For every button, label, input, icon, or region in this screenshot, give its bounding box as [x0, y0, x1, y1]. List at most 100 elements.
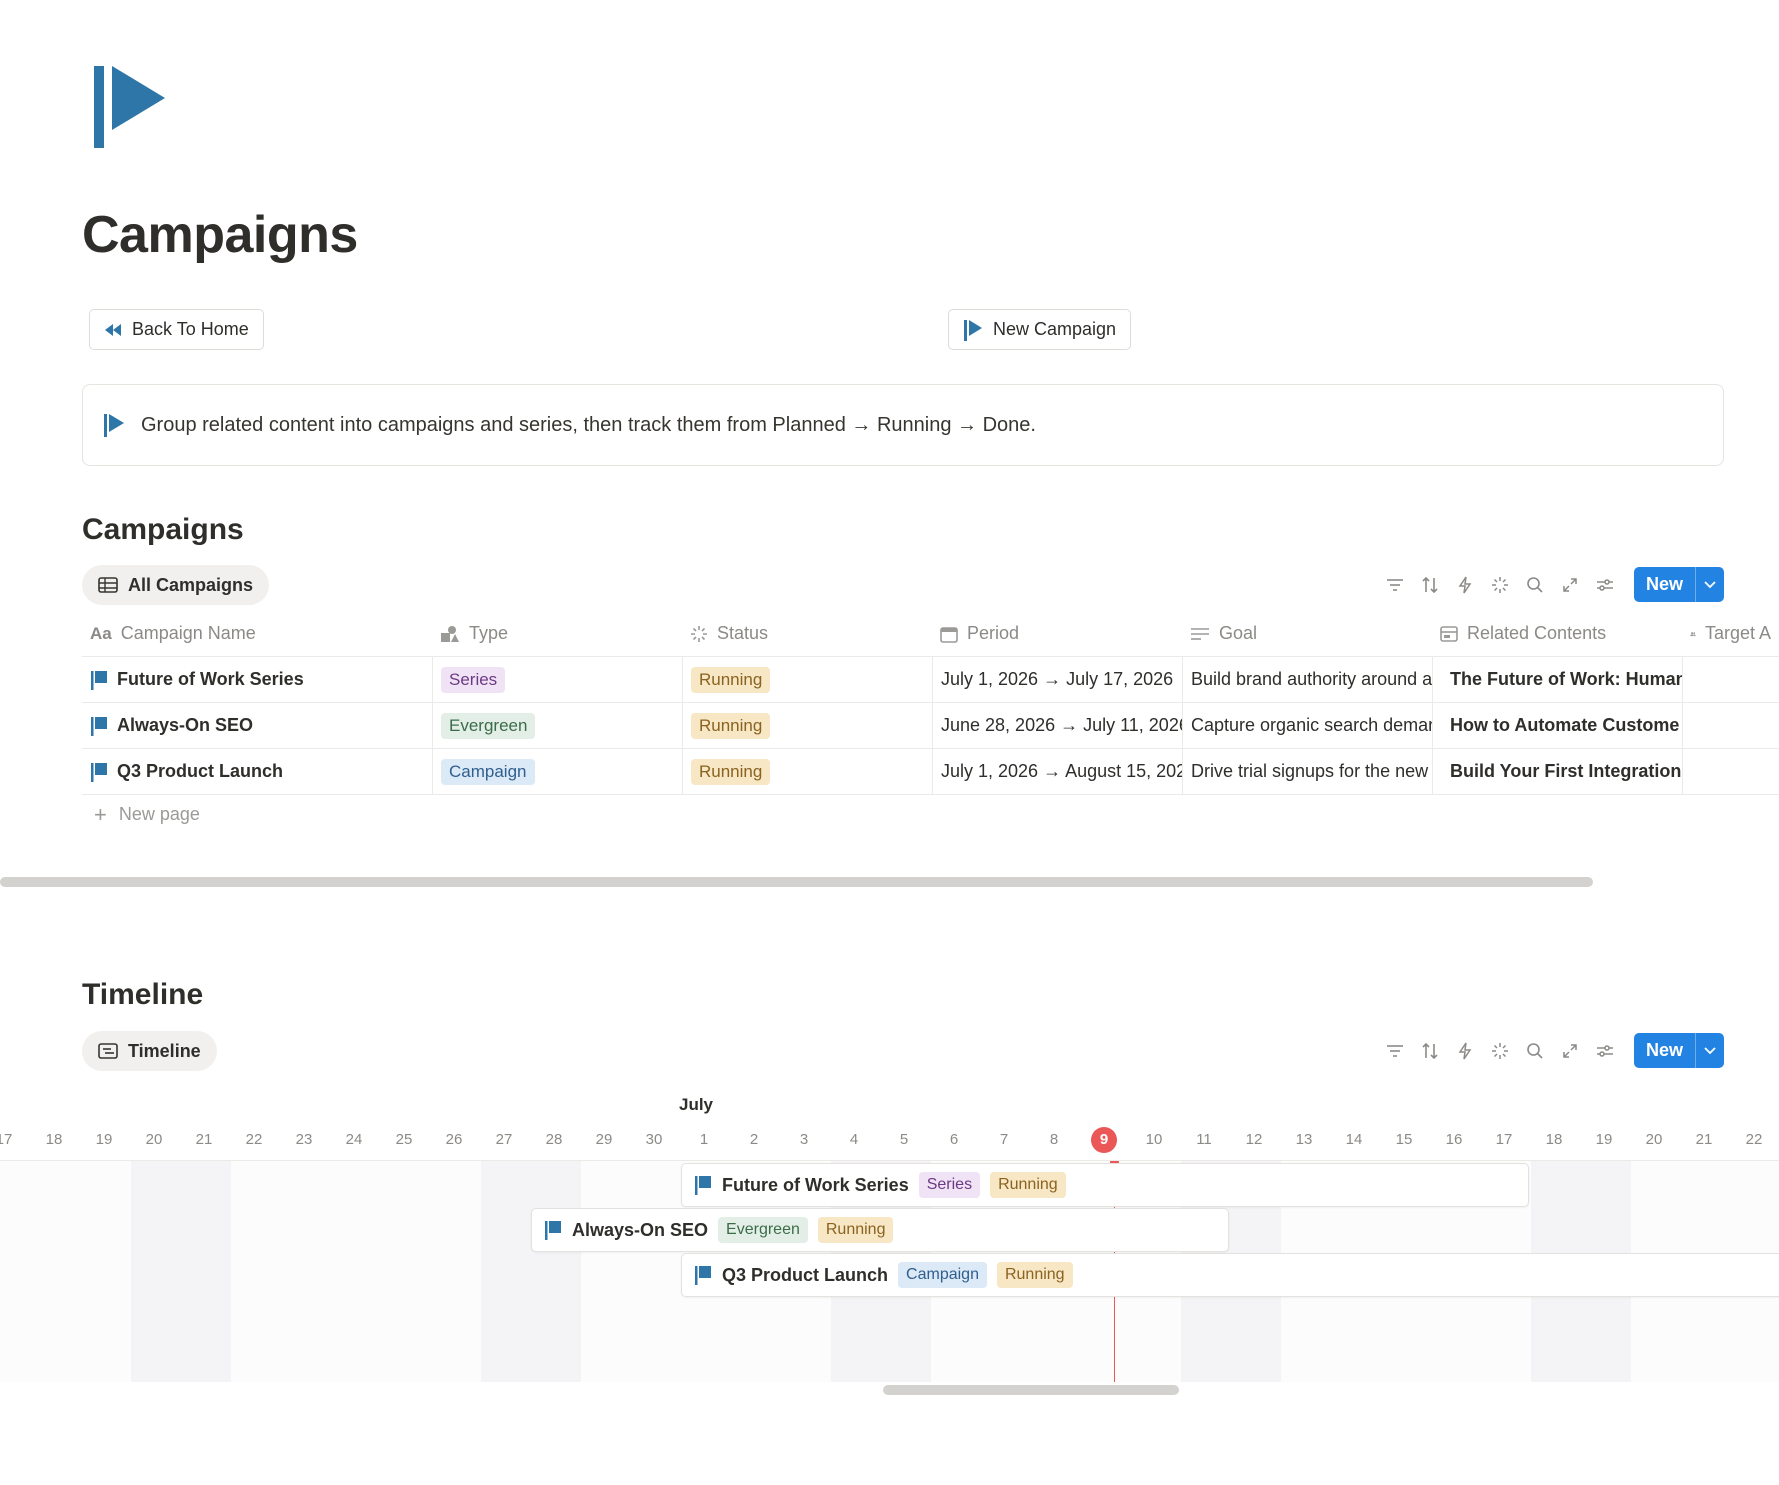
filter-icon[interactable] — [1383, 1038, 1408, 1063]
timeline-day-label: 21 — [195, 1131, 213, 1148]
type-tag: Evergreen — [718, 1217, 808, 1243]
chevron-down-icon[interactable] — [1695, 1033, 1724, 1068]
new-page-button[interactable]: + New page — [94, 801, 200, 827]
timeline-day-label: 26 — [445, 1131, 463, 1148]
flag-play-icon — [104, 414, 124, 437]
timeline-day-label: 30 — [645, 1131, 663, 1148]
timeline-bar[interactable]: Always-On SEO Evergreen Running — [531, 1208, 1229, 1252]
related-contents-cell[interactable]: How to Automate Custome — [1432, 703, 1682, 748]
status-cell[interactable]: Running — [682, 749, 932, 794]
timeline-day-label: 2 — [749, 1131, 759, 1148]
column-header-goal[interactable]: Goal — [1182, 611, 1432, 656]
status-cell[interactable]: Running — [682, 703, 932, 748]
column-header-type[interactable]: Type — [432, 611, 682, 656]
goal-cell[interactable]: Drive trial signups for the new V — [1182, 749, 1432, 794]
back-to-home-button[interactable]: Back To Home — [89, 309, 264, 350]
timeline-day-label: 12 — [1245, 1131, 1263, 1148]
timeline-day-label: 11 — [1196, 1131, 1212, 1148]
timeline-icon — [98, 1043, 118, 1059]
callout-text: Group related content into campaigns and… — [141, 413, 1036, 436]
sort-icon[interactable] — [1418, 1038, 1443, 1063]
type-tag: Evergreen — [441, 712, 536, 739]
settings-sliders-icon[interactable] — [1593, 1038, 1618, 1063]
campaign-name-cell[interactable]: Q3 Product Launch — [82, 749, 432, 794]
expand-icon[interactable] — [1558, 1038, 1583, 1063]
timeline-day-label: 25 — [395, 1131, 413, 1148]
type-tag: Campaign — [898, 1262, 987, 1288]
timeline-month-label: July — [679, 1095, 714, 1114]
new-entry-button-group: New — [1633, 1033, 1724, 1068]
timeline-bar-name: Future of Work Series — [722, 1174, 909, 1195]
status-cell[interactable]: Running — [682, 657, 932, 702]
ai-sparkle-icon[interactable] — [1488, 572, 1513, 597]
table-row[interactable]: Future of Work Series Series Running Jul… — [82, 657, 1779, 703]
plus-icon: + — [94, 801, 107, 827]
timeline-section-title: Timeline — [82, 978, 204, 1011]
table-row[interactable]: Q3 Product Launch Campaign Running July … — [82, 749, 1779, 795]
text-lines-icon — [1191, 627, 1209, 640]
related-contents-cell[interactable]: Build Your First Integration — [1432, 749, 1682, 794]
view-tab-timeline[interactable]: Timeline — [82, 1031, 217, 1071]
sort-icon[interactable] — [1418, 572, 1443, 597]
table-horizontal-scrollbar[interactable] — [0, 877, 1593, 887]
related-contents-cell[interactable]: The Future of Work: Human — [1432, 657, 1682, 702]
expand-icon[interactable] — [1558, 572, 1583, 597]
type-cell[interactable]: Campaign — [432, 749, 682, 794]
view-tab-all-campaigns[interactable]: All Campaigns — [82, 565, 270, 605]
timeline-day-label: 4 — [849, 1131, 859, 1148]
timeline-bar[interactable]: Future of Work Series Series Running — [681, 1163, 1529, 1207]
shapes-icon — [441, 625, 459, 642]
rewind-icon — [105, 323, 121, 336]
goal-cell[interactable]: Build brand authority around au — [1182, 657, 1432, 702]
flag-icon — [91, 670, 107, 690]
campaign-name-cell[interactable]: Future of Work Series — [82, 657, 432, 702]
page-title: Campaigns — [82, 206, 358, 264]
timeline-day-label: 7 — [999, 1131, 1009, 1148]
search-icon[interactable] — [1523, 572, 1548, 597]
target-cell[interactable] — [1682, 657, 1779, 702]
filter-icon[interactable] — [1383, 572, 1408, 597]
people-icon — [1690, 631, 1696, 636]
campaign-name-cell[interactable]: Always-On SEO — [82, 703, 432, 748]
flag-icon — [695, 1176, 711, 1195]
period-cell[interactable]: July 1, 2026 → July 17, 2026 — [932, 657, 1182, 702]
timeline-day-label: 20 — [1645, 1131, 1663, 1148]
new-entry-button[interactable]: New — [1633, 1033, 1695, 1068]
column-header-target[interactable]: Target A — [1682, 611, 1779, 656]
chevron-down-icon[interactable] — [1695, 567, 1724, 602]
period-cell[interactable]: June 28, 2026 → July 11, 2026 — [932, 703, 1182, 748]
settings-sliders-icon[interactable] — [1593, 572, 1618, 597]
period-cell[interactable]: July 1, 2026 → August 15, 2026 — [932, 749, 1182, 794]
timeline-day-label: 17 — [0, 1131, 13, 1148]
target-cell[interactable] — [1682, 749, 1779, 794]
column-header-campaign-name[interactable]: Aa Campaign Name — [82, 611, 432, 656]
column-header-related-contents[interactable]: Related Contents — [1432, 611, 1682, 656]
goal-cell[interactable]: Capture organic search demand — [1182, 703, 1432, 748]
back-to-home-label: Back To Home — [132, 319, 249, 339]
table-icon — [98, 577, 118, 593]
column-header-status[interactable]: Status — [682, 611, 932, 656]
timeline-today-label: 9 — [1091, 1127, 1117, 1153]
ai-sparkle-icon[interactable] — [1488, 1038, 1513, 1063]
type-cell[interactable]: Series — [432, 657, 682, 702]
weekend-column — [131, 1161, 231, 1382]
timeline-day-label: 14 — [1345, 1131, 1363, 1148]
campaigns-table: Aa Campaign Name Type Status Period Goal… — [82, 611, 1779, 795]
status-tag: Running — [990, 1172, 1066, 1198]
calendar-icon — [940, 626, 958, 643]
timeline-day-label: 18 — [45, 1131, 63, 1148]
type-cell[interactable]: Evergreen — [432, 703, 682, 748]
automation-bolt-icon[interactable] — [1453, 1038, 1478, 1063]
automation-bolt-icon[interactable] — [1453, 572, 1478, 597]
new-campaign-button[interactable]: New Campaign — [948, 309, 1132, 350]
search-icon[interactable] — [1523, 1038, 1548, 1063]
target-cell[interactable] — [1682, 703, 1779, 748]
timeline-toolbar: New — [1383, 1033, 1724, 1068]
new-entry-button[interactable]: New — [1633, 567, 1695, 602]
timeline-horizontal-scrollbar[interactable] — [883, 1385, 1179, 1395]
column-header-period[interactable]: Period — [932, 611, 1182, 656]
flag-play-icon — [964, 319, 982, 341]
table-row[interactable]: Always-On SEO Evergreen Running June 28,… — [82, 703, 1779, 749]
database-toolbar: New — [1383, 567, 1724, 602]
timeline-bar[interactable]: Q3 Product Launch Campaign Running — [681, 1253, 1779, 1297]
